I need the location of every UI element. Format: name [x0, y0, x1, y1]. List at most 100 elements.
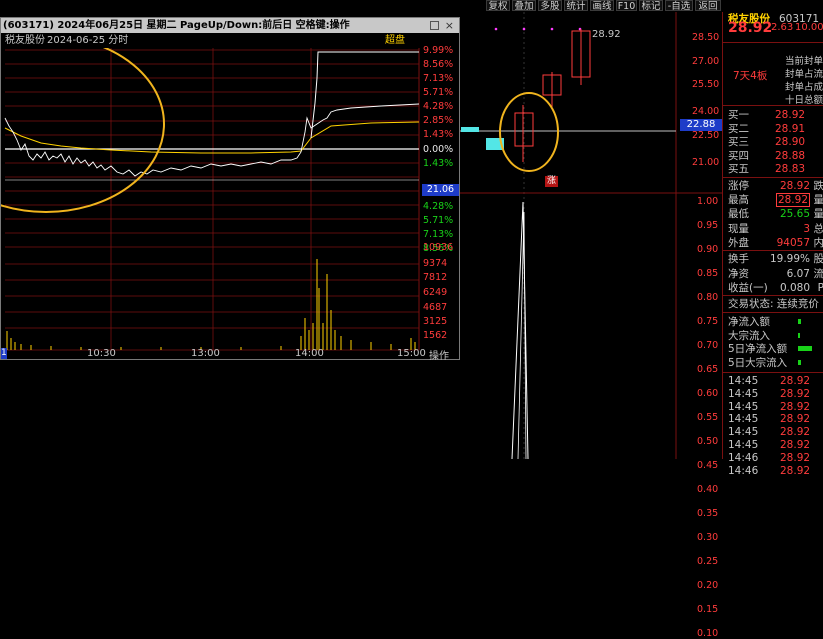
toolbar-button-5[interactable]: F10: [616, 0, 637, 11]
stat2-row: 净资 6.07 流: [723, 267, 823, 281]
pct-label-up: 1.43%: [423, 129, 459, 140]
toolbar-button-1[interactable]: 叠加: [512, 0, 536, 11]
lower-axis-label: 0.15: [697, 604, 718, 615]
lower-axis-label: 0.30: [697, 532, 718, 543]
kline-price-label: 25.50: [692, 79, 719, 90]
lower-axis-label: 0.50: [697, 436, 718, 447]
stat-row: 最高28.92量: [723, 193, 823, 207]
stat2-tail: P: [818, 281, 823, 295]
pct-label-up: 8.56%: [423, 59, 459, 70]
time-label: 14:00: [295, 348, 324, 359]
bid-row[interactable]: 买一28.92: [723, 108, 823, 122]
stat2-value: 6.07: [787, 267, 810, 281]
stat-tail: 跌: [814, 179, 823, 193]
pct-label-up: 7.13%: [423, 73, 459, 84]
toolbar: 复权叠加多股统计画线F10标记-自选返回: [460, 0, 823, 12]
bid-price: 28.88: [775, 149, 805, 163]
stat-value: 94057: [777, 236, 810, 250]
flow-bar: [798, 360, 801, 365]
toolbar-button-7[interactable]: -自选: [665, 0, 693, 11]
volume-label: 10936: [423, 242, 459, 253]
pct-label-zero: 0.00%: [423, 144, 459, 155]
stat2-label: 换手: [728, 252, 749, 266]
lower-axis-label: 0.10: [697, 628, 718, 639]
intraday-popup[interactable]: (603171) 2024年06月25日 星期二 PageUp/Down:前后日…: [0, 17, 460, 360]
limit-info-item: 封单占流: [785, 66, 823, 80]
pct-label-up: 9.99%: [423, 45, 459, 56]
quote-price-row: 28.92 2.63 10.00%: [723, 19, 823, 37]
stat-tail: 总: [814, 222, 823, 236]
tick-row: 14:46 28.92: [723, 464, 823, 478]
lower-axis-label: 0.40: [697, 484, 718, 495]
stat-value: 25.65: [780, 207, 810, 221]
operate-button[interactable]: 操作: [429, 347, 449, 362]
streak-label: 7天4板: [733, 68, 767, 83]
flow-label: 5日净流入额: [728, 342, 787, 356]
stat-label: 涨停: [728, 179, 749, 193]
lower-axis-label: 0.85: [697, 268, 718, 279]
pct-label-up: 2.85%: [423, 115, 459, 126]
left-tick: 1: [1, 348, 7, 359]
bid-label: 买三: [728, 135, 749, 149]
toolbar-button-0[interactable]: 复权: [486, 0, 510, 11]
volume-label: 1562: [423, 330, 459, 341]
toolbar-button-4[interactable]: 画线: [590, 0, 614, 11]
stat2-tail: 流: [814, 267, 823, 281]
flow-row: 5日大宗流入: [723, 356, 823, 370]
popup-price-marker: 21.06: [422, 184, 459, 196]
stat2-label: 净资: [728, 267, 749, 281]
stat-label: 现量: [728, 222, 749, 236]
toolbar-button-2[interactable]: 多股: [538, 0, 562, 11]
toolbar-button-3[interactable]: 统计: [564, 0, 588, 11]
lower-axis-label: 0.35: [697, 508, 718, 519]
tick-price: 28.92: [780, 464, 810, 478]
flow-row: 5日净流入额: [723, 342, 823, 356]
kline-price-label: 28.50: [692, 32, 719, 43]
stat-tail: 量: [814, 193, 823, 207]
bid-price: 28.83: [775, 162, 805, 176]
stat-label: 最低: [728, 207, 749, 221]
popup-stock-name: 税友股份: [5, 33, 45, 48]
popup-title: (603171) 2024年06月25日 星期二 PageUp/Down:前后日…: [3, 18, 350, 33]
stat-value: 28.92: [780, 179, 810, 193]
limit-info-item: 十日总额: [785, 92, 823, 106]
bid-label: 买四: [728, 149, 749, 163]
stat2-row: 收益(一)0.080P: [723, 281, 823, 295]
pct-label-up: 5.71%: [423, 87, 459, 98]
kline-high-label: 28.92: [592, 29, 621, 40]
popup-title-bar[interactable]: (603171) 2024年06月25日 星期二 PageUp/Down:前后日…: [1, 18, 459, 33]
lower-axis-label: 0.55: [697, 412, 718, 423]
stat-row: 现量3总: [723, 222, 823, 236]
tick-time: 14:46: [728, 464, 758, 478]
time-label: 15:00: [397, 348, 426, 359]
bid-price: 28.90: [775, 135, 805, 149]
limit-info-item: 当前封单: [785, 53, 823, 67]
restore-icon[interactable]: [430, 21, 439, 30]
time-label: 10:30: [87, 348, 116, 359]
toolbar-button-8[interactable]: 返回: [695, 0, 721, 11]
quote-last-price: 28.92: [728, 19, 772, 37]
lower-axis-label: 0.20: [697, 580, 718, 591]
flow-bar: [798, 319, 801, 324]
stat2-tail: 股: [814, 252, 823, 266]
close-icon[interactable]: ×: [445, 18, 454, 33]
stat-row: 最低25.65量: [723, 207, 823, 221]
lower-axis-label: 0.90: [697, 244, 718, 255]
current-price-marker: 22.88: [680, 119, 722, 131]
stat-label: 外盘: [728, 236, 749, 250]
bid-row[interactable]: 买三 28.90: [723, 135, 823, 149]
toolbar-button-6[interactable]: 标记: [639, 0, 663, 11]
bid-row[interactable]: 买二28.91: [723, 122, 823, 136]
flow-label: 大宗流入: [728, 329, 770, 343]
bid-row[interactable]: 买四 28.88: [723, 149, 823, 163]
kline-chart[interactable]: [460, 12, 722, 459]
trade-status: 交易状态: 连续竞价: [723, 297, 823, 311]
bid-label: 买二: [728, 122, 749, 136]
lower-axis-label: 0.75: [697, 316, 718, 327]
intraday-chart[interactable]: [1, 48, 459, 359]
lower-axis-label: 0.80: [697, 292, 718, 303]
overlay-button[interactable]: 超盘: [385, 33, 405, 48]
lower-axis-label: 1.00: [697, 196, 718, 207]
bid-row[interactable]: 买五28.83: [723, 162, 823, 176]
pct-label-down: 4.28%: [423, 201, 459, 212]
